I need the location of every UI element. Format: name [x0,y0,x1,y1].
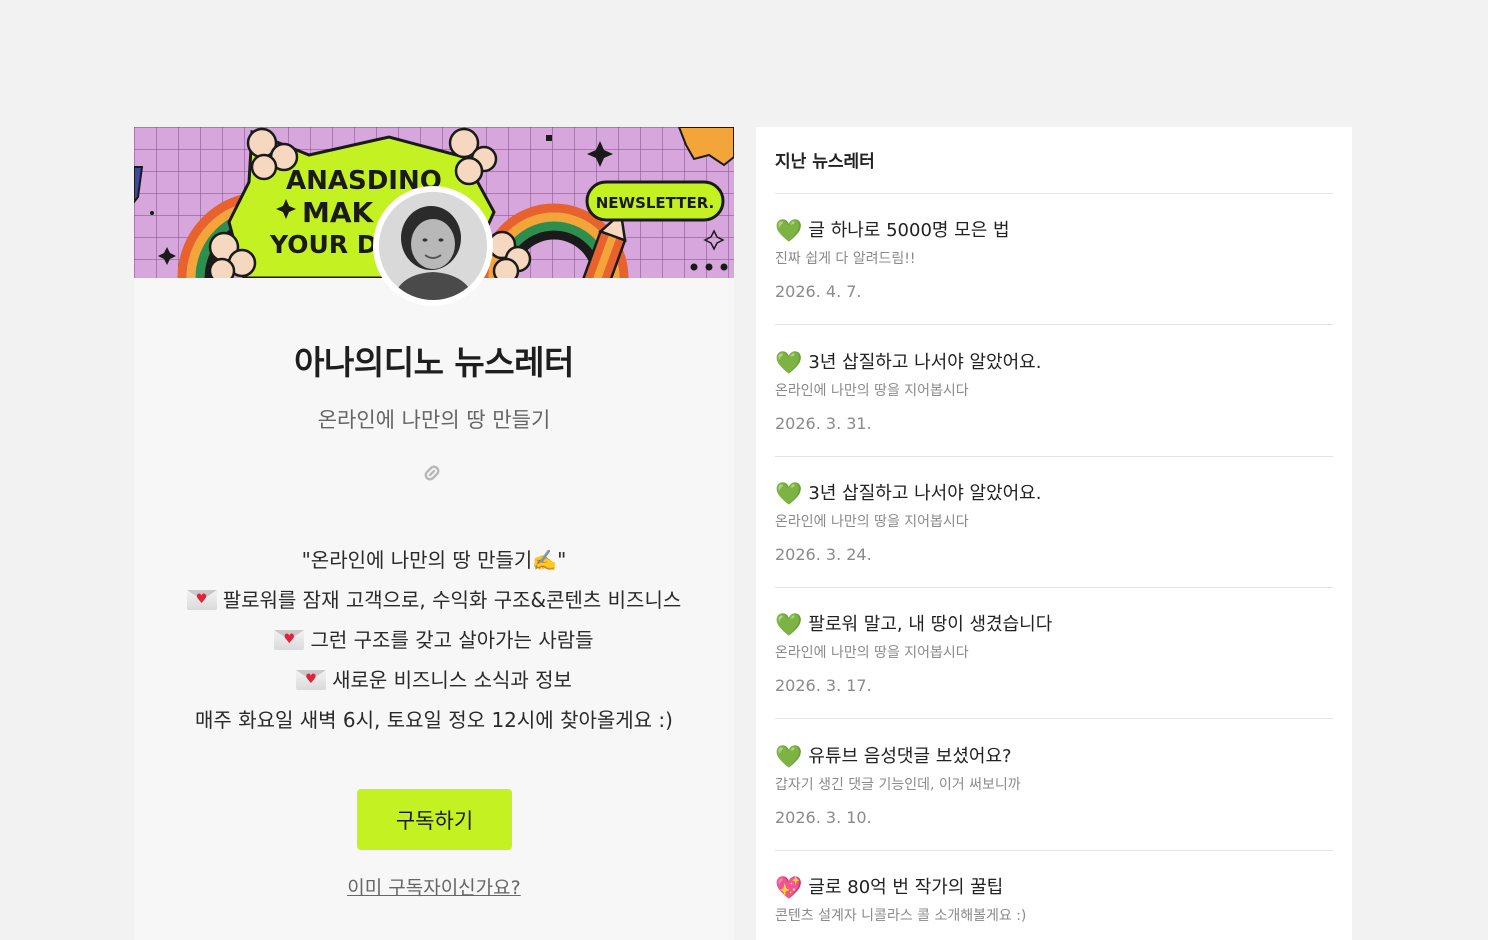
description-line: 새로운 비즈니스 소식과 정보 [134,660,734,700]
newsletter-description: "온라인에 나만의 땅 만들기✍️" 팔로워를 잠재 고객으로, 수익화 구조&… [134,540,734,740]
archive-item-subtitle: 온라인에 나만의 땅을 지어봅시다 [775,645,969,661]
link-icon[interactable] [418,459,446,487]
description-line: 팔로워를 잠재 고객으로, 수익화 구조&콘텐츠 비즈니스 [134,580,734,620]
description-line: "온라인에 나만의 땅 만들기✍️" [301,548,567,572]
green-heart-icon: 💚 [775,351,803,376]
profile-card: ANASDINO MAK YOUR D NEWSLETTER. 아나의디노 뉴스… [134,127,734,940]
archive-item-date: 2026. 3. 24. [775,545,872,564]
banner-badge-text: NEWSLETTER. [596,194,715,212]
archive-item[interactable]: 💚 글 하나로 5000명 모은 법 진짜 쉽게 다 알려드림!! 2026. 4… [775,194,1333,325]
banner-text-3: YOUR D [269,230,377,259]
description-line: 그런 구조를 갖고 살아가는 사람들 [134,620,734,660]
avatar-photo [379,192,487,300]
archive-item-date: 2026. 3. 31. [775,414,872,433]
archive-item[interactable]: 💚 팔로워 말고, 내 땅이 생겼습니다 온라인에 나만의 땅을 지어봅시다 20… [775,588,1333,719]
green-heart-icon: 💚 [775,745,803,770]
description-line: 매주 화요일 새벽 6시, 토요일 정오 12시에 찾아올게요 :) [195,708,673,732]
archive-item-title: 3년 삽질하고 나서야 알았어요. [808,352,1042,373]
green-heart-icon: 💚 [775,613,803,638]
archive-item-subtitle: 온라인에 나만의 땅을 지어봅시다 [775,514,969,530]
archive-item-title: 글 하나로 5000명 모은 법 [808,220,1010,241]
banner-text-2: MAK [302,196,375,229]
archive-item-title: 글로 80억 번 작가의 꿀팁 [808,877,1004,898]
avatar [373,186,493,306]
archive-item-title: 팔로워 말고, 내 땅이 생겼습니다 [808,614,1053,635]
archive-panel: 지난 뉴스레터 💚 글 하나로 5000명 모은 법 진짜 쉽게 다 알려드림!!… [756,127,1352,940]
love-letter-icon [296,670,327,690]
archive-item[interactable]: 💚 3년 삽질하고 나서야 알았어요. 온라인에 나만의 땅을 지어봅시다 202… [775,457,1333,588]
archive-item-date: 2026. 3. 10. [775,808,872,827]
archive-item-date: 2026. 3. 17. [775,676,872,695]
archive-header: 지난 뉴스레터 [775,152,875,172]
love-letter-icon [186,590,217,610]
archive-item[interactable]: 💚 3년 삽질하고 나서야 알았어요. 온라인에 나만의 땅을 지어봅시다 202… [775,326,1333,457]
archive-item-subtitle: 온라인에 나만의 땅을 지어봅시다 [775,383,969,399]
archive-item[interactable]: 💚 유튜브 음성댓글 보셨어요? 갑자기 생긴 댓글 기능인데, 이거 써보니까 … [775,720,1333,851]
green-heart-icon: 💚 [775,219,803,244]
subscribe-button[interactable]: 구독하기 [357,789,512,850]
green-heart-icon: 💚 [775,482,803,507]
love-letter-icon [274,630,305,650]
already-subscribed-link[interactable]: 이미 구독자이신가요? [134,873,734,900]
archive-item-subtitle: 갑자기 생긴 댓글 기능인데, 이거 써보니까 [775,777,1021,793]
archive-item-subtitle: 진짜 쉽게 다 알려드림!! [775,251,916,267]
sparkling-heart-icon: 💖 [775,876,803,901]
archive-item[interactable]: 💖 글로 80억 번 작가의 꿀팁 콘텐츠 설계자 니콜라스 콜 소개해볼게요 :… [775,851,1333,940]
newsletter-title: 아나의디노 뉴스레터 [294,343,574,382]
archive-item-date: 2026. 4. 7. [775,282,862,301]
newsletter-subtitle: 온라인에 나만의 땅 만들기 [317,408,551,432]
archive-item-subtitle: 콘텐츠 설계자 니콜라스 콜 소개해볼게요 :) [775,908,1027,924]
archive-item-title: 유튜브 음성댓글 보셨어요? [808,746,1012,767]
archive-item-title: 3년 삽질하고 나서야 알았어요. [808,483,1042,504]
